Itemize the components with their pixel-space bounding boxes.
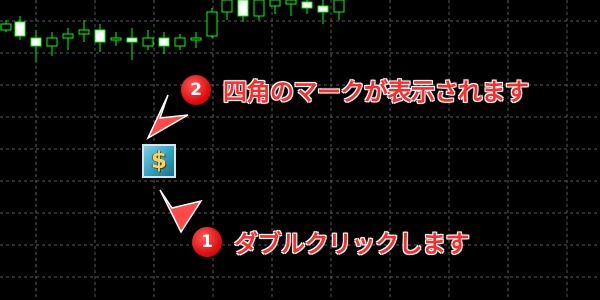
callout-text: ダブルクリックします <box>234 230 470 258</box>
candle-body <box>190 37 202 41</box>
candle-body <box>333 0 345 13</box>
expert-advisor-icon[interactable]: $ <box>142 144 176 178</box>
candle-body <box>285 0 297 5</box>
candle-body <box>78 29 90 35</box>
candlestick-series <box>0 0 345 62</box>
candle-body <box>301 1 313 9</box>
candle-body <box>110 37 122 41</box>
candle-body <box>30 37 42 47</box>
candle-body <box>174 37 186 47</box>
candle-body <box>46 37 58 47</box>
callout-step-2: 2 四角のマークが表示されます <box>181 72 529 107</box>
candle-body <box>269 0 281 7</box>
callout-step-1: 1 ダブルクリックします <box>192 224 470 259</box>
candle-body <box>158 37 170 47</box>
candle-body <box>237 0 249 17</box>
candle-body <box>14 21 26 37</box>
callout-text: 四角のマークが表示されます <box>223 78 529 106</box>
candle-body <box>0 23 12 31</box>
step-badge: 1 <box>192 226 222 257</box>
candle-body <box>253 0 265 17</box>
candle-body <box>126 37 138 43</box>
step-badge: 2 <box>181 74 211 105</box>
candle-body <box>94 29 106 43</box>
candle-body <box>62 33 74 39</box>
candle-body <box>206 11 218 37</box>
dollar-icon: $ <box>150 147 167 174</box>
candle-body <box>142 37 154 47</box>
price-chart[interactable]: $ 2 四角のマークが表示されます 1 ダブルクリックします <box>0 0 600 300</box>
candle-body <box>221 0 233 13</box>
candle-body <box>317 5 329 13</box>
